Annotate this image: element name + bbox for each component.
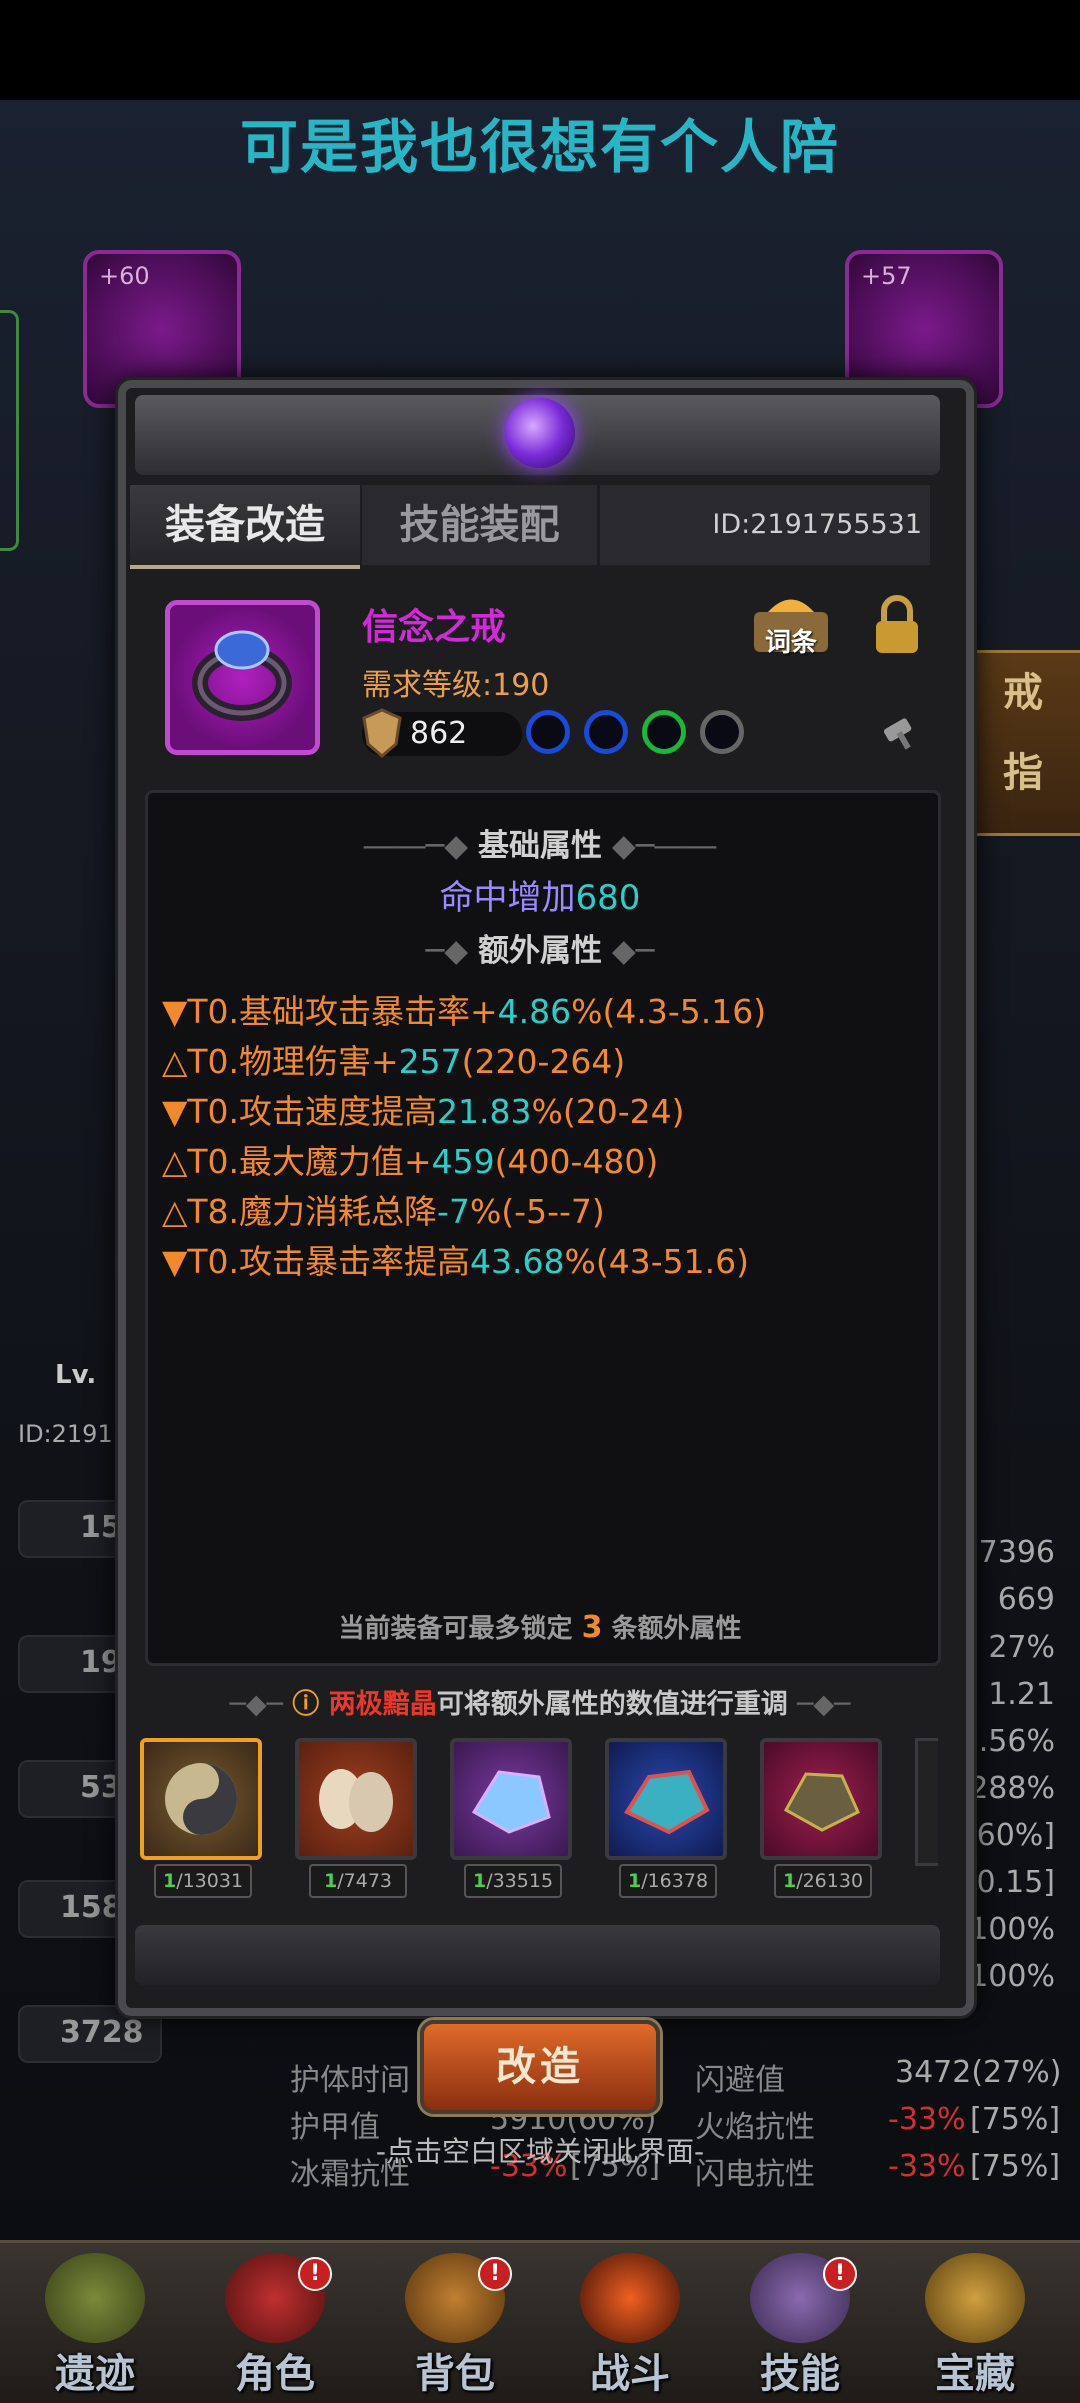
extra-attr-line: △T0.物理伤害+257(220-264) (162, 1042, 626, 1081)
item-slot[interactable] (165, 600, 320, 755)
nav-battle[interactable]: 战斗 (545, 2253, 715, 2403)
material-count: 1/7473 (309, 1864, 407, 1898)
affix-button-label: 词条 (764, 628, 817, 658)
extra-attr-line: ▼T0.攻击速度提高21.83%(20-24) (162, 1092, 685, 1131)
nav-treasure[interactable]: 宝藏 (890, 2253, 1060, 2403)
bg-row-label: 护体时间 (290, 2063, 410, 2098)
purple-orb-icon (505, 398, 575, 468)
portal-icon (580, 2253, 680, 2343)
extra-attr-line: ▼T0.攻击暴击率提高43.68%(43-51.6) (162, 1242, 749, 1281)
base-attr-title: ――─◆ 基础属性 ◆─―― (363, 828, 717, 864)
char-level-label: Lv. (55, 1360, 97, 1390)
panel-bottom-ornament (135, 1925, 940, 1985)
notification-badge: ! (823, 2257, 857, 2291)
nav-character[interactable]: ! 角色 (190, 2253, 360, 2403)
bg-row-value: 3472(27%) (895, 2055, 1062, 2090)
required-level: 需求等级:190 (362, 668, 550, 703)
extra-attr-line: △T8.魔力消耗总降-7%(-5--7) (162, 1192, 605, 1231)
nav-bag[interactable]: ! 背包 (370, 2253, 540, 2403)
slot-level: +60 (99, 262, 150, 290)
ring-icon (192, 630, 292, 721)
material-count: 1/13031 (154, 1864, 252, 1898)
bottom-nav: 遗迹 ! 角色 ! 背包 战斗 ! 技能 宝藏 (0, 2240, 1080, 2403)
nav-relics[interactable]: 遗迹 (10, 2253, 180, 2403)
extra-attr-line: △T0.最大魔力值+459(400-480) (162, 1142, 659, 1181)
ore-icon (624, 1769, 710, 1835)
subtitle-caption: 可是我也很想有个人陪 (239, 113, 840, 181)
material-count: 1/16378 (619, 1864, 717, 1898)
notification-badge: ! (478, 2257, 512, 2291)
material-crystal-blue[interactable] (450, 1738, 572, 1860)
shield-emblem-icon (360, 708, 404, 758)
slot-level: +57 (861, 262, 912, 290)
warning-icon: ⓘ (292, 1689, 320, 1720)
yin-yang-icon (165, 1763, 237, 1835)
treasure-icon (925, 2253, 1025, 2343)
material-yin-yang-crystal[interactable] (140, 1738, 262, 1860)
tab-skill-equip[interactable]: 技能装配 (362, 485, 597, 565)
material-count: 1/26130 (774, 1864, 872, 1898)
notification-badge: ! (298, 2257, 332, 2291)
side-tab-char: 戒 (1003, 670, 1043, 716)
close-hint: -点击空白区域关闭此界面- (375, 2135, 705, 2168)
material-slot-partial[interactable] (915, 1738, 938, 1866)
score-value: 862 (410, 716, 468, 751)
gem-socket[interactable] (526, 710, 570, 754)
affix-book-button[interactable]: 词条 (748, 592, 834, 662)
material-blood-stone[interactable] (760, 1738, 882, 1860)
nav-skills[interactable]: ! 技能 (715, 2253, 885, 2403)
crystal-icon (471, 1770, 551, 1834)
side-tab-char: 指 (1003, 750, 1043, 796)
relic-icon (45, 2253, 145, 2343)
item-id-label: ID:2191755531 (600, 485, 930, 565)
stone-icon (783, 1772, 860, 1832)
lock-icon[interactable] (872, 595, 922, 655)
left-edge-tab[interactable] (0, 310, 19, 551)
gem-socket[interactable] (642, 710, 686, 754)
gem-socket[interactable] (584, 710, 628, 754)
char-id-label: ID:2191 (18, 1420, 113, 1448)
mask-icon (319, 1769, 393, 1832)
extra-attr-title: ─◆ 额外属性 ◆─ (425, 933, 655, 969)
reforge-button[interactable]: 改造 (420, 2020, 660, 2114)
hammer-icon[interactable] (880, 712, 920, 752)
side-tab-ring[interactable]: 戒 指 (960, 650, 1080, 836)
bg-row-label: 闪避值 (695, 2063, 785, 2098)
material-ore[interactable] (605, 1738, 727, 1860)
material-hint: ─◆─ ⓘ 两极黯晶可将额外属性的数值进行重调 ─◆─ (229, 1689, 851, 1720)
material-mask[interactable] (295, 1738, 417, 1860)
tab-equipment-reforge[interactable]: 装备改造 (130, 485, 360, 569)
item-name: 信念之戒 (362, 607, 507, 648)
gem-socket-locked[interactable] (700, 710, 744, 754)
base-attr-line: 命中增加680 (0, 870, 1080, 919)
extra-attr-line: ▼T0.基础攻击暴击率+4.86%(4.3-5.16) (162, 992, 767, 1031)
lock-hint: 当前装备可最多锁定 3 条额外属性 (338, 1610, 742, 1645)
material-count: 1/33515 (464, 1864, 562, 1898)
base-attr-label: 命中增加 (439, 878, 576, 918)
base-attr-value: 680 (575, 878, 641, 918)
